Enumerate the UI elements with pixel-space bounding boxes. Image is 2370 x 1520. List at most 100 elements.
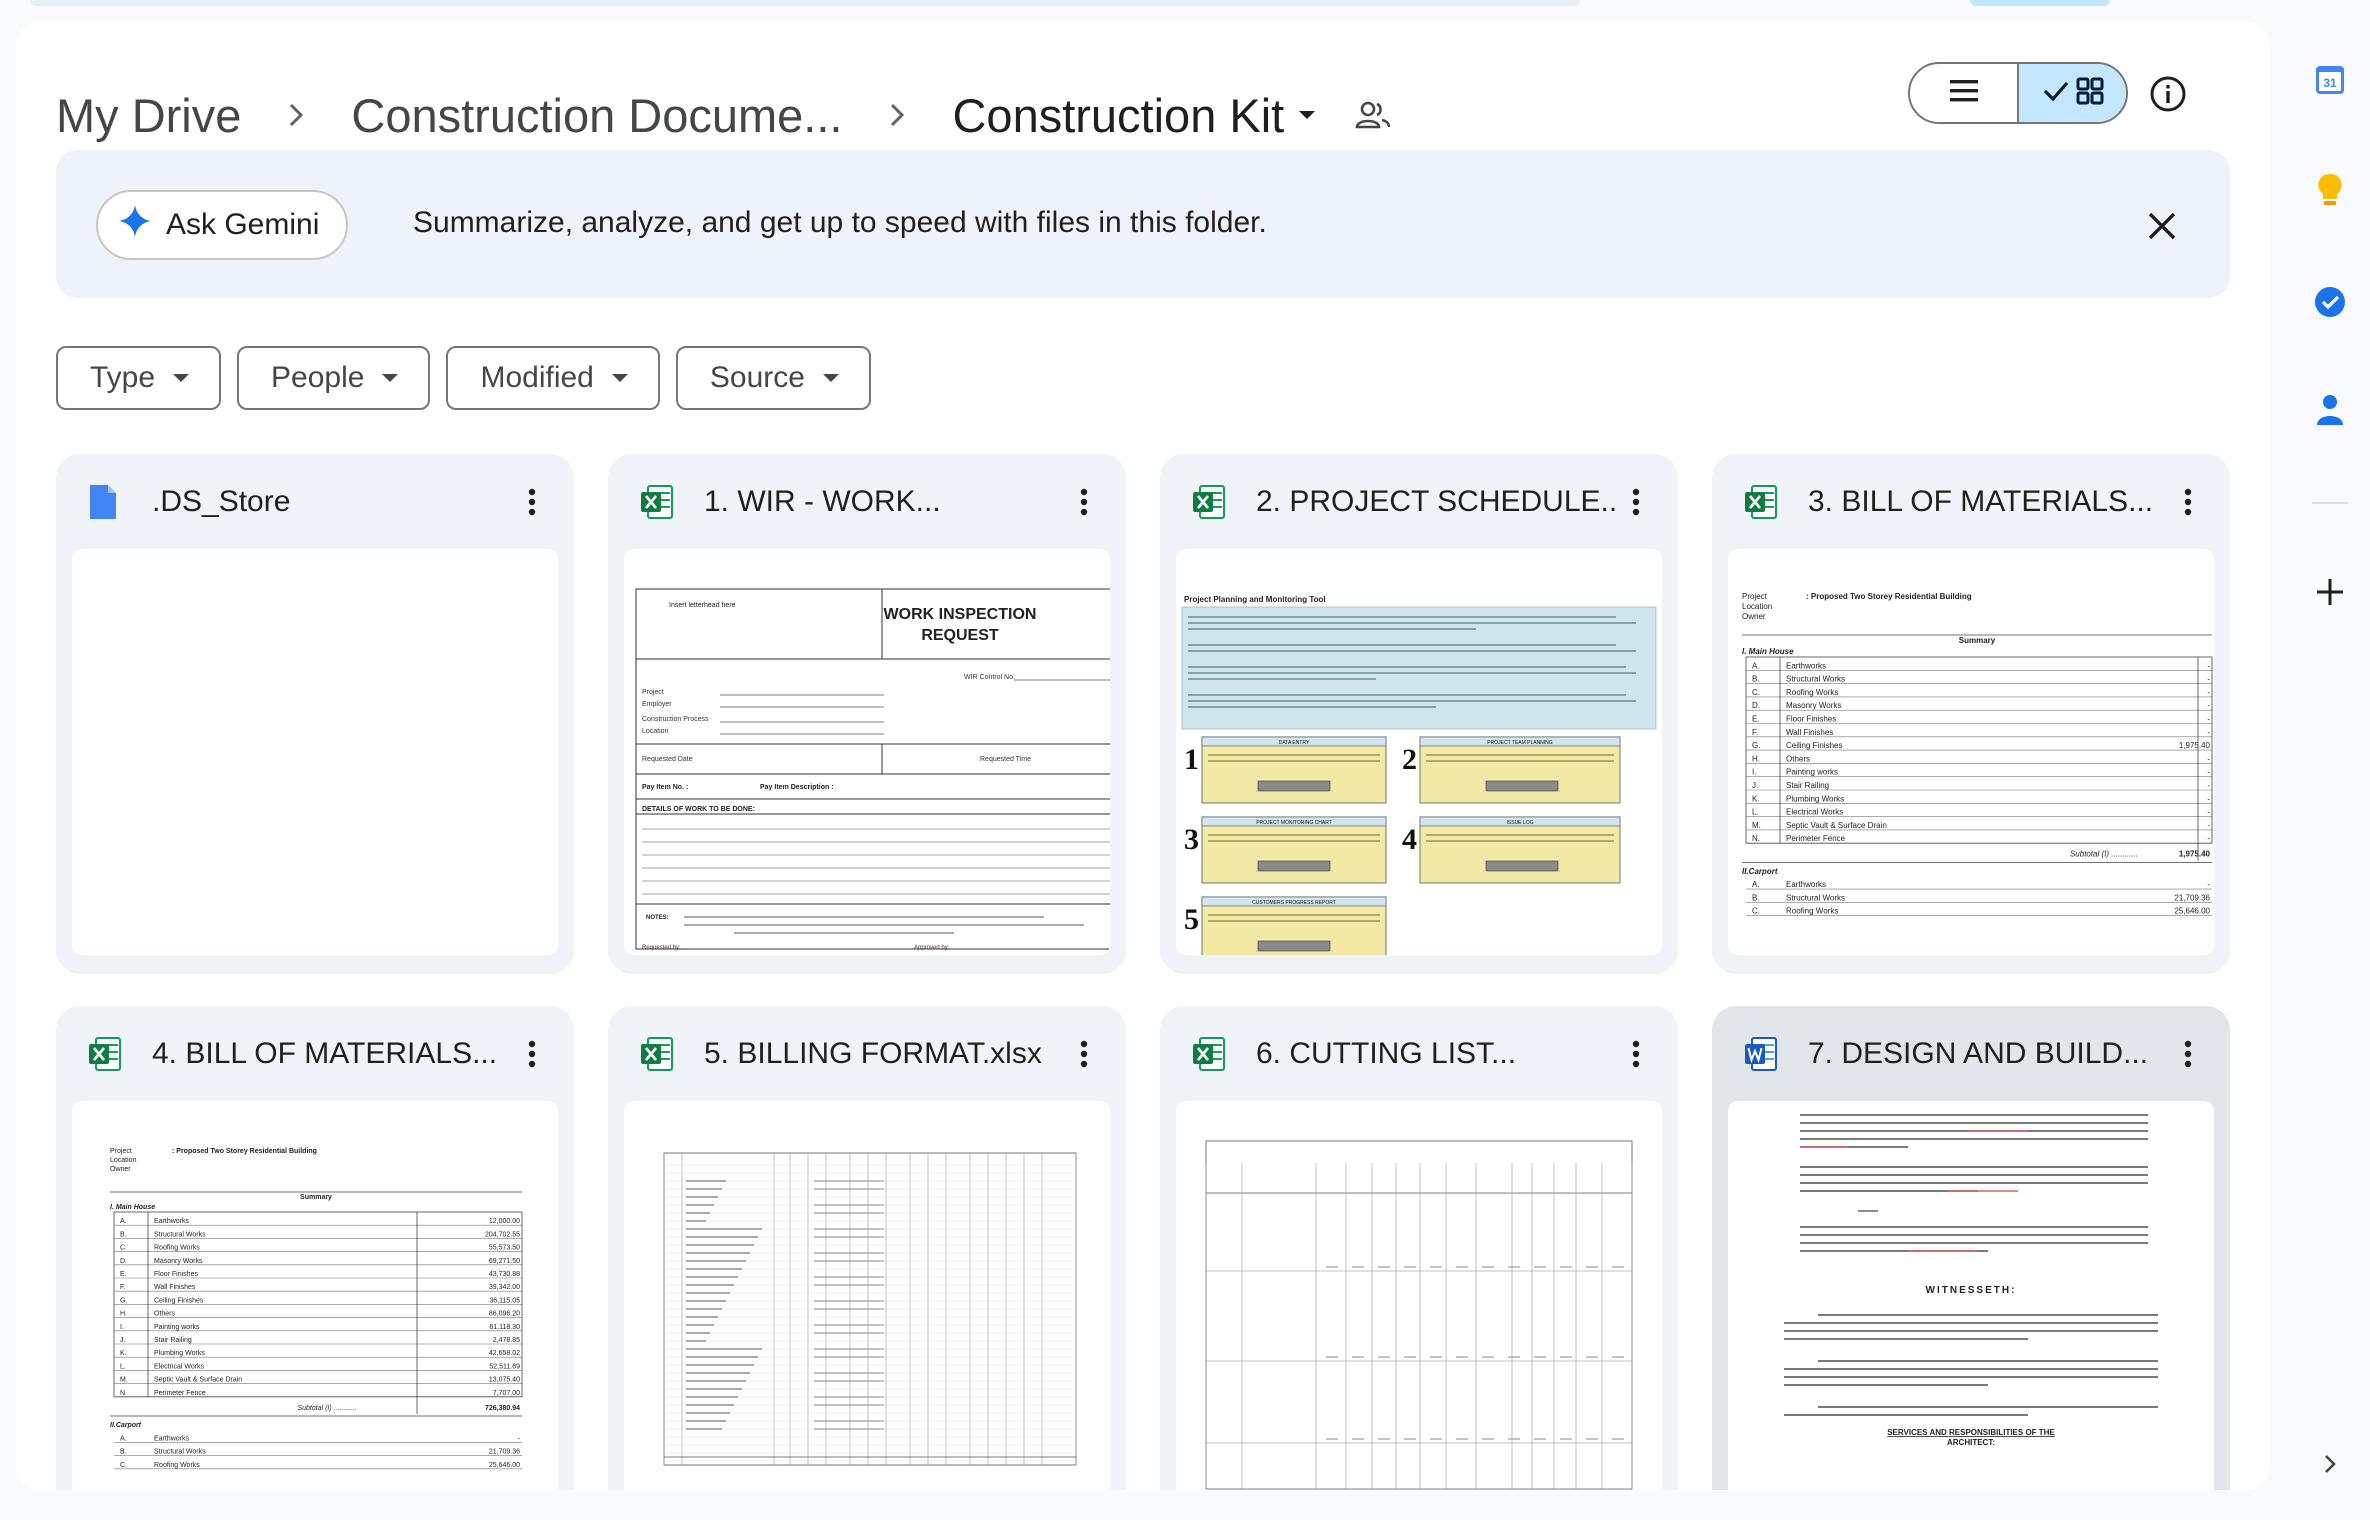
- grid-view-button[interactable]: [2017, 64, 2126, 122]
- breadcrumb-parent-folder[interactable]: Construction Docume...: [351, 88, 842, 143]
- breadcrumb-my-drive[interactable]: My Drive: [56, 88, 241, 143]
- filter-type-chip[interactable]: Type: [56, 346, 222, 410]
- schedule-box-title: ISSUE LOG: [1507, 820, 1534, 826]
- bom-project-value: : Proposed Two Storey Residential Buildi…: [1806, 592, 1972, 601]
- wir-title-line1: WORK INSPECTION: [884, 606, 1037, 623]
- bom-item-name: Electrical Works: [1786, 808, 1843, 817]
- chip-label: People: [271, 361, 365, 394]
- chevron-right-icon: [241, 101, 351, 129]
- filter-people-chip[interactable]: People: [237, 346, 431, 410]
- bom-item-amount: -: [2207, 880, 2210, 889]
- more-vert-icon[interactable]: [2168, 482, 2208, 522]
- schedule-step-3: 3: [1184, 823, 1199, 856]
- wir-letterhead: Insert letterhead here: [669, 602, 736, 609]
- bom-location-label: Location: [1742, 602, 1772, 611]
- file-thumbnail: [72, 549, 558, 955]
- contacts-icon[interactable]: [2310, 390, 2350, 430]
- wir-pay-description: Pay Item Description :: [760, 784, 834, 791]
- doc-file-icon: [88, 483, 122, 521]
- chevron-right-icon: [842, 101, 952, 129]
- view-toggle: [1908, 62, 2128, 124]
- bom-item-amount: 12,000.00: [489, 1218, 520, 1225]
- bom-item-name: Wall Finishes: [154, 1284, 196, 1291]
- bom-item-name: Roofing Works: [1786, 907, 1838, 916]
- bom-item-letter: G.: [1752, 741, 1760, 750]
- bom-section-heading: I. Main House: [110, 1204, 155, 1211]
- folder-menu-dropdown-icon[interactable]: [1284, 92, 1330, 138]
- bom-location-label: Location: [110, 1157, 137, 1164]
- more-vert-icon[interactable]: [512, 1034, 552, 1074]
- file-thumbnail: WITNESSETH: SERVICES AND RESPONSIBILITIE…: [1728, 1101, 2214, 1490]
- bom-item-letter: M.: [120, 1377, 128, 1384]
- schedule-step-5: 5: [1184, 903, 1199, 936]
- bom-item-name: Structural Works: [1786, 893, 1845, 902]
- breadcrumb-current-folder[interactable]: Construction Kit: [952, 88, 1284, 143]
- filter-modified-chip[interactable]: Modified: [446, 346, 660, 410]
- bom-item-letter: N.: [1752, 834, 1760, 843]
- list-view-button[interactable]: [1910, 64, 2017, 122]
- file-card[interactable]: 2. PROJECT SCHEDULE... Project Planning …: [1160, 454, 1678, 974]
- bom-item-name: Earthworks: [1786, 880, 1826, 889]
- add-icon[interactable]: [2310, 572, 2350, 612]
- chip-label: Type: [90, 361, 156, 394]
- sheets-icon: [640, 483, 674, 521]
- wir-employer-label: Employer: [642, 701, 672, 708]
- bom-item-name: Painting works: [1786, 768, 1838, 777]
- bom-item-amount: 42,658.02: [489, 1350, 520, 1357]
- bom-subtotal-value: 726,380.94: [485, 1405, 520, 1412]
- schedule-title: Project Planning and Monitoring Tool: [1184, 595, 1326, 604]
- chip-label: Source: [709, 361, 805, 394]
- file-card[interactable]: 6. CUTTING LIST...: [1160, 1006, 1678, 1490]
- breadcrumb: My Drive Construction Docume... Construc…: [56, 80, 1408, 150]
- file-name: 6. CUTTING LIST...: [1256, 1036, 1517, 1070]
- more-vert-icon[interactable]: [1064, 1034, 1104, 1074]
- bom-owner-label: Owner: [110, 1166, 131, 1173]
- bom-item-letter: B.: [1752, 893, 1760, 902]
- shared-folder-icon[interactable]: [1338, 92, 1408, 138]
- tasks-icon[interactable]: [2310, 282, 2350, 322]
- file-card[interactable]: 1. WIR - WORK... Insert letterhead here …: [608, 454, 1126, 974]
- top-toolbar-edge: [30, 0, 1580, 6]
- info-icon[interactable]: [2144, 70, 2192, 118]
- ask-gemini-label: Ask Gemini: [166, 208, 320, 241]
- bom-project-label: Project: [1742, 592, 1768, 601]
- file-card[interactable]: 4. BILL OF MATERIALS... Project: Propose…: [56, 1006, 574, 1490]
- sheets-icon: [88, 1035, 122, 1073]
- bom-item-name: Floor Finishes: [154, 1271, 198, 1278]
- top-toolbar-edge-accent: [1970, 0, 2110, 6]
- bom-item-letter: M.: [1752, 821, 1761, 830]
- file-card[interactable]: .DS_Store: [56, 454, 574, 974]
- bom-item-letter: N.: [120, 1390, 127, 1397]
- bom-item-amount: 21,709.36: [2174, 893, 2210, 902]
- calendar-icon[interactable]: 31: [2310, 60, 2350, 100]
- more-vert-icon[interactable]: [1064, 482, 1104, 522]
- bom-item-amount: 69,271.50: [489, 1258, 520, 1265]
- bom-item-name: Septic Vault & Surface Drain: [154, 1377, 242, 1384]
- ask-gemini-button[interactable]: Ask Gemini: [96, 190, 348, 260]
- more-vert-icon[interactable]: [2168, 1034, 2208, 1074]
- bom-item-letter: L.: [120, 1363, 126, 1370]
- bom-item-letter: H.: [1752, 754, 1760, 763]
- file-thumbnail: [1176, 1101, 1662, 1490]
- file-card[interactable]: 7. DESIGN AND BUILD... WITNESSETH: SERVI…: [1712, 1006, 2230, 1490]
- list-icon: [1949, 78, 1979, 109]
- keep-icon[interactable]: [2310, 170, 2350, 210]
- bom-item-name: Floor Finishes: [1786, 715, 1836, 724]
- more-vert-icon[interactable]: [1616, 482, 1656, 522]
- more-vert-icon[interactable]: [512, 482, 552, 522]
- close-icon[interactable]: [2138, 202, 2186, 250]
- file-card[interactable]: 5. BILLING FORMAT.xlsx: [608, 1006, 1126, 1490]
- bom-item-amount: 204,702.55: [485, 1231, 520, 1238]
- bom-item-amount: -: [2207, 781, 2210, 790]
- file-thumbnail: [624, 1101, 1110, 1490]
- bom-item-amount: 1,975.40: [2179, 741, 2211, 750]
- bom-item-letter: A.: [1752, 661, 1760, 670]
- file-card[interactable]: 3. BILL OF MATERIALS... Project: Propose…: [1712, 454, 2230, 974]
- more-vert-icon[interactable]: [1616, 1034, 1656, 1074]
- gemini-sparkle-icon: [118, 204, 152, 246]
- file-thumbnail: Project Planning and Monitoring Tool 1 2…: [1176, 549, 1662, 955]
- sheets-icon: [1192, 1035, 1226, 1073]
- bom-item-letter: B.: [120, 1449, 127, 1456]
- filter-source-chip[interactable]: Source: [675, 346, 871, 410]
- expand-icon[interactable]: [2310, 1444, 2350, 1484]
